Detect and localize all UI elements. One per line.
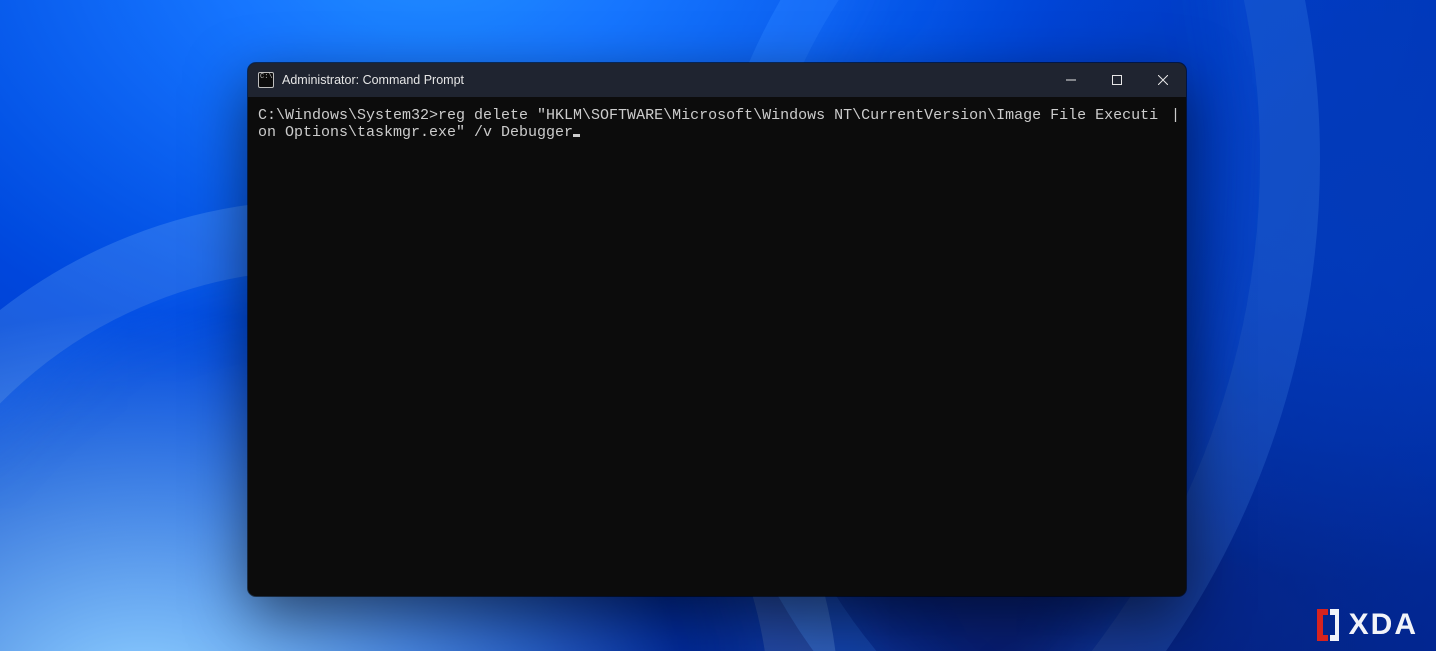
minimize-button[interactable] <box>1048 63 1094 97</box>
command-prompt-window: Administrator: Command Prompt C:\Windows… <box>248 63 1186 596</box>
maximize-button[interactable] <box>1094 63 1140 97</box>
minimize-icon <box>1066 75 1076 85</box>
scrollbar-indicator[interactable]: | <box>1171 107 1180 124</box>
window-title: Administrator: Command Prompt <box>282 73 464 87</box>
maximize-icon <box>1112 75 1122 85</box>
window-controls <box>1048 63 1186 97</box>
cmd-icon <box>258 72 274 88</box>
titlebar[interactable]: Administrator: Command Prompt <box>248 63 1186 97</box>
close-button[interactable] <box>1140 63 1186 97</box>
prompt-text: C:\Windows\System32> <box>258 107 438 124</box>
xda-watermark: XDA <box>1313 607 1418 643</box>
xda-logo-icon <box>1313 607 1343 643</box>
text-cursor <box>573 134 580 137</box>
terminal-area[interactable]: C:\Windows\System32>reg delete "HKLM\SOF… <box>248 97 1186 596</box>
terminal-output: C:\Windows\System32>reg delete "HKLM\SOF… <box>258 107 1186 141</box>
close-icon <box>1158 75 1168 85</box>
xda-logo-text: XDA <box>1349 608 1418 642</box>
